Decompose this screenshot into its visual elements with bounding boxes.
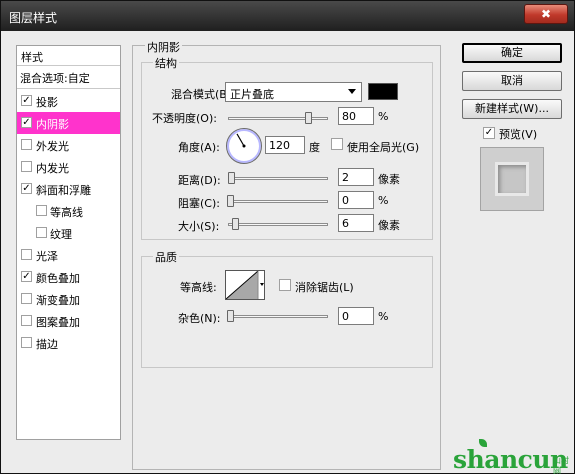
distance-label: 距离(D):: [178, 174, 221, 187]
contour-picker[interactable]: [225, 270, 265, 300]
style-item-label: 内阴影: [36, 118, 69, 131]
new-style-button[interactable]: 新建样式(W)...: [462, 99, 562, 119]
style-item-checkbox[interactable]: [21, 249, 32, 260]
style-list: 样式 混合选项:自定 ✓ 投影 ✓ 内阴影外发光内发光 ✓ 斜面和浮雕等高线纹理光泽 ✓ 颜色…: [16, 45, 121, 440]
opacity-slider[interactable]: [228, 112, 328, 124]
contour-label: 等高线:: [180, 281, 217, 294]
quality-title: 品质: [153, 249, 179, 265]
opacity-unit: %: [378, 110, 389, 123]
antialias-label[interactable]: 消除锯齿(L): [295, 279, 354, 295]
title-bar[interactable]: 图层样式 ✖: [1, 1, 574, 31]
global-light-label[interactable]: 使用全局光(G): [347, 139, 419, 155]
style-item-checkbox[interactable]: ✓: [21, 271, 32, 282]
angle-unit: 度: [309, 141, 320, 154]
style-item[interactable]: 外发光: [17, 134, 120, 156]
watermark-text: shancun: [453, 445, 568, 474]
distance-input[interactable]: 2: [338, 168, 374, 186]
style-item-checkbox[interactable]: [21, 293, 32, 304]
ok-button[interactable]: 确定: [462, 43, 562, 63]
size-unit: 像素: [378, 219, 400, 232]
global-light-checkbox[interactable]: [331, 138, 343, 150]
choke-slider-thumb[interactable]: [227, 195, 234, 207]
blend-options-item[interactable]: 混合选项:自定: [17, 66, 120, 89]
style-item[interactable]: 光泽: [17, 244, 120, 266]
style-item-label: 斜面和浮雕: [36, 184, 91, 197]
angle-label: 角度(A):: [178, 141, 220, 154]
opacity-slider-thumb[interactable]: [305, 112, 312, 124]
distance-slider-thumb[interactable]: [228, 172, 235, 184]
choke-label: 阻塞(C):: [178, 197, 220, 210]
panel-title: 内阴影: [145, 39, 182, 55]
noise-slider-thumb[interactable]: [227, 310, 234, 322]
size-slider[interactable]: [228, 218, 328, 230]
style-item[interactable]: ✓ 内阴影: [17, 112, 120, 134]
structure-title: 结构: [153, 55, 179, 71]
layer-style-dialog: 图层样式 ✖ 样式 混合选项:自定 ✓ 投影 ✓ 内阴影外发光内发光 ✓ 斜面和浮雕等高线…: [0, 0, 575, 474]
style-item[interactable]: ✓ 斜面和浮雕: [17, 178, 120, 200]
style-item-checkbox[interactable]: ✓: [21, 95, 32, 106]
style-item-checkbox[interactable]: [36, 205, 47, 216]
chevron-down-icon: [348, 89, 356, 94]
style-item-label: 等高线: [50, 206, 83, 219]
angle-input[interactable]: 120: [265, 136, 305, 154]
choke-slider[interactable]: [227, 195, 328, 207]
style-item-label: 纹理: [50, 228, 72, 241]
style-item[interactable]: 渐变叠加: [17, 288, 120, 310]
style-item-label: 投影: [36, 96, 58, 109]
style-item[interactable]: 等高线: [17, 200, 120, 222]
distance-unit: 像素: [378, 173, 400, 186]
style-item-label: 渐变叠加: [36, 294, 80, 307]
angle-needle-icon: [236, 133, 246, 148]
size-slider-thumb[interactable]: [232, 218, 239, 230]
noise-input[interactable]: 0: [338, 307, 374, 325]
style-item-checkbox[interactable]: [21, 161, 32, 172]
style-item-label: 内发光: [36, 162, 69, 175]
distance-slider[interactable]: [228, 172, 328, 184]
preview-swatch: [495, 162, 529, 196]
inner-shadow-panel: 内阴影 结构 混合模式(B): 正片叠底 不透明度(O): 80 % 角度(A)…: [132, 39, 441, 470]
style-item[interactable]: ✓ 颜色叠加: [17, 266, 120, 288]
style-item-label: 图案叠加: [36, 316, 80, 329]
noise-slider[interactable]: [227, 310, 328, 322]
noise-label: 杂色(N):: [178, 312, 221, 325]
style-item-label: 描边: [36, 338, 58, 351]
blend-mode-select[interactable]: 正片叠底: [225, 82, 362, 102]
style-item-checkbox[interactable]: [21, 315, 32, 326]
choke-input[interactable]: 0: [338, 191, 374, 209]
style-item-label: 光泽: [36, 250, 58, 263]
size-label: 大小(S):: [178, 220, 220, 233]
style-item[interactable]: 描边: [17, 332, 120, 354]
dialog-title: 图层样式: [9, 11, 58, 25]
style-item[interactable]: 纹理: [17, 222, 120, 244]
noise-unit: %: [378, 310, 389, 323]
opacity-input[interactable]: 80: [338, 107, 374, 125]
style-list-header[interactable]: 样式: [17, 46, 120, 66]
style-item-checkbox[interactable]: [21, 337, 32, 348]
style-item-checkbox[interactable]: [36, 227, 47, 238]
shadow-color-swatch[interactable]: [368, 83, 398, 100]
style-item[interactable]: 内发光: [17, 156, 120, 178]
style-item-label: 外发光: [36, 140, 69, 153]
style-item-checkbox[interactable]: [21, 139, 32, 150]
antialias-checkbox[interactable]: [279, 279, 291, 291]
dialog-client: 样式 混合选项:自定 ✓ 投影 ✓ 内阴影外发光内发光 ✓ 斜面和浮雕等高线纹理光泽 ✓ 颜色…: [2, 31, 573, 473]
preview-label[interactable]: 预览(V): [499, 126, 537, 142]
angle-dial[interactable]: [226, 128, 262, 164]
style-item-checkbox[interactable]: ✓: [21, 117, 32, 128]
contour-curve-icon: [225, 270, 264, 300]
cancel-button[interactable]: 取消: [462, 71, 562, 91]
close-button[interactable]: ✖: [524, 4, 568, 24]
watermark-small-text: 山村网: [553, 456, 569, 474]
preview-checkbox[interactable]: ✓: [483, 127, 495, 139]
opacity-label: 不透明度(O):: [152, 112, 217, 125]
style-preview-thumbnail: [480, 147, 544, 211]
style-item[interactable]: 图案叠加: [17, 310, 120, 332]
blend-mode-value: 正片叠底: [230, 88, 274, 101]
size-input[interactable]: 6: [338, 214, 374, 232]
style-item-label: 颜色叠加: [36, 272, 80, 285]
site-watermark: shancun 山村网: [449, 437, 575, 474]
style-item[interactable]: ✓ 投影: [17, 90, 120, 112]
style-item-checkbox[interactable]: ✓: [21, 183, 32, 194]
choke-unit: %: [378, 194, 389, 207]
